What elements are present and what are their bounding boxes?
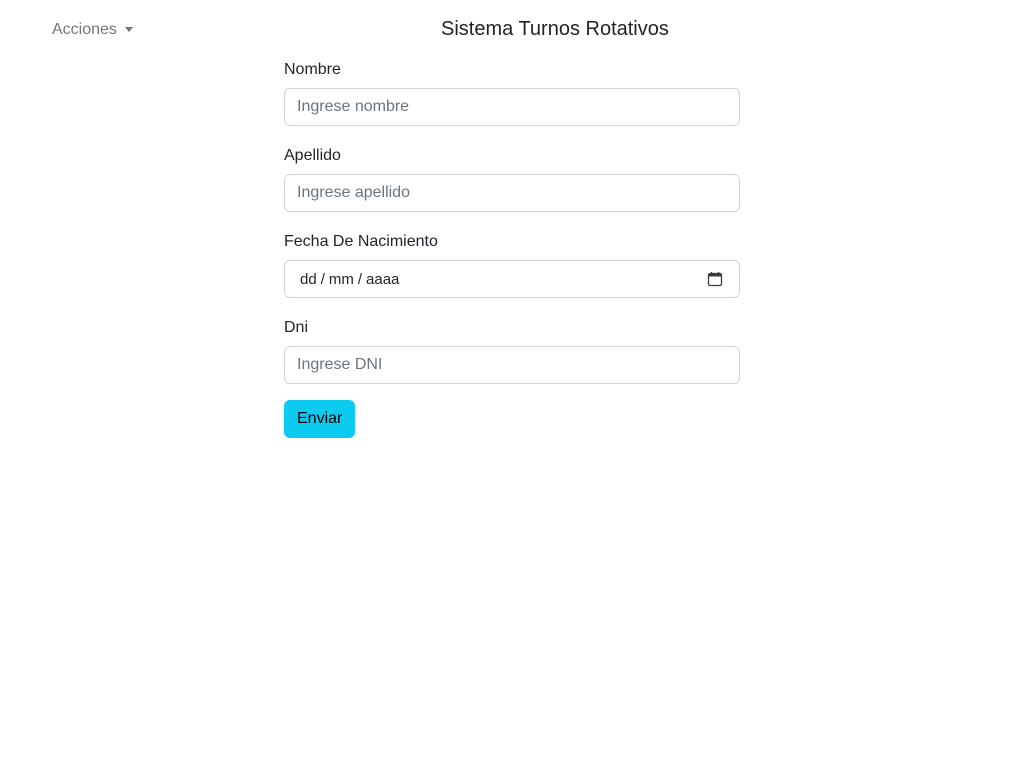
date-segments: dd / mm / aaaa bbox=[300, 271, 399, 288]
dni-label: Dni bbox=[284, 319, 309, 336]
actions-dropdown[interactable]: Acciones bbox=[52, 18, 133, 42]
date-separator: / bbox=[320, 270, 325, 288]
fecha-input[interactable]: dd / mm / aaaa bbox=[284, 260, 740, 298]
nombre-field-wrapper bbox=[284, 88, 740, 126]
top-bar: Acciones Sistema Turnos Rotativos bbox=[0, 0, 1024, 60]
apellido-input[interactable] bbox=[285, 175, 739, 211]
dni-group: Dni bbox=[284, 316, 740, 408]
chevron-down-icon bbox=[124, 26, 133, 32]
calendar-icon[interactable] bbox=[707, 271, 723, 287]
date-separator: / bbox=[357, 270, 363, 288]
page-title: Sistema Turnos Rotativos bbox=[441, 18, 669, 40]
date-year-segment[interactable]: aaaa bbox=[366, 271, 399, 288]
apellido-label: Apellido bbox=[284, 147, 341, 164]
date-month-segment[interactable]: mm bbox=[329, 271, 354, 288]
apellido-group: Apellido bbox=[284, 144, 740, 236]
submit-group: Enviar bbox=[284, 400, 740, 438]
dni-input[interactable] bbox=[285, 347, 739, 383]
fecha-label: Fecha De Nacimiento bbox=[284, 233, 438, 250]
nombre-group: Nombre bbox=[284, 58, 740, 150]
actions-dropdown-label: Acciones bbox=[52, 21, 117, 38]
nombre-input[interactable] bbox=[285, 89, 739, 125]
nombre-label: Nombre bbox=[284, 61, 341, 78]
submit-button[interactable]: Enviar bbox=[284, 400, 356, 438]
fecha-group: Fecha De Nacimiento dd / mm / aaaa bbox=[284, 230, 740, 322]
apellido-field-wrapper bbox=[284, 174, 740, 212]
dni-field-wrapper bbox=[284, 346, 740, 384]
date-day-segment[interactable]: dd bbox=[300, 271, 317, 288]
